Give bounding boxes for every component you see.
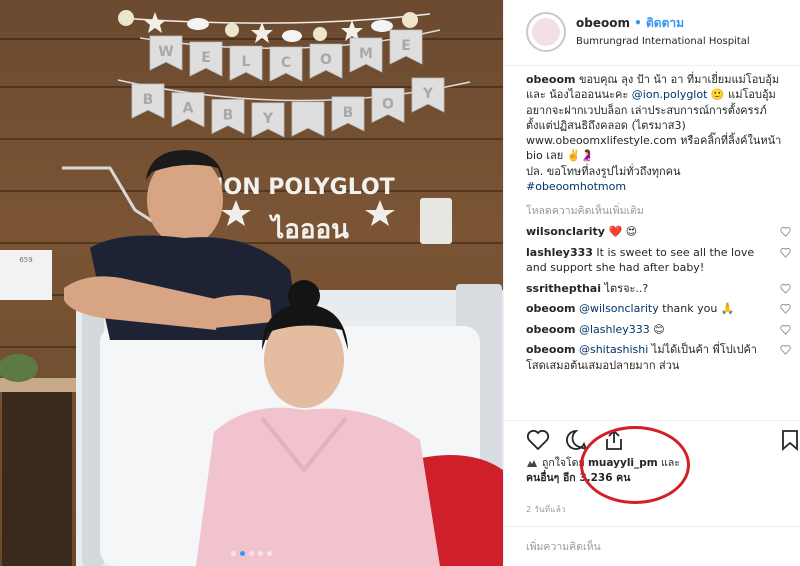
comment-like-heart-icon[interactable] bbox=[780, 226, 791, 238]
add-comment-bar bbox=[504, 526, 800, 566]
comment-item: ssrithepthai ไตรจะ..? bbox=[526, 281, 791, 297]
banner-letter: L bbox=[242, 54, 251, 70]
comment-item: obeoom @shitashishi ไม่ได้เป็นค้า พี่โปเ… bbox=[526, 342, 791, 373]
carousel-dot[interactable] bbox=[267, 551, 272, 556]
post-location[interactable]: Bumrungrad International Hospital bbox=[576, 36, 750, 47]
banner-letter: Y bbox=[422, 86, 434, 102]
post-username-row: obeoom • ติดตาม bbox=[576, 14, 684, 33]
photo-scene: W E L C O M E B A B Y B O Y ION POLYGLOT ไอออน 659 bbox=[0, 10, 503, 566]
svg-text:659: 659 bbox=[19, 256, 32, 264]
carousel-indicator bbox=[0, 551, 503, 556]
caption-mention[interactable]: @ion.polyglot bbox=[632, 88, 708, 101]
banner-letter: E bbox=[201, 50, 211, 66]
comment-item: obeoom @wilsonclarity thank you 🙏 bbox=[526, 301, 791, 317]
post-timestamp[interactable]: 2 วันที่แล้ว bbox=[526, 503, 566, 516]
follow-button[interactable]: ติดตาม bbox=[646, 16, 684, 30]
comment-username[interactable]: obeoom bbox=[526, 302, 575, 315]
share-icon[interactable] bbox=[602, 429, 626, 451]
banner-letter: C bbox=[281, 55, 291, 71]
action-bar bbox=[504, 420, 800, 460]
likes-others-prefix: คนอื่นๆ อีก bbox=[526, 472, 580, 484]
banner-letter: Y bbox=[262, 111, 274, 127]
likes-unit: คน bbox=[612, 472, 631, 484]
comment-username[interactable]: obeoom bbox=[526, 343, 575, 356]
heart-icon[interactable] bbox=[526, 429, 550, 451]
likes-summary: ถูกใจโดย muayyli_pm และ คนอื่นๆ อีก 3,23… bbox=[526, 456, 786, 486]
likes-others[interactable]: คนอื่นๆ อีก 3,236 คน bbox=[526, 472, 630, 484]
avatar-image bbox=[532, 18, 560, 46]
comment-username[interactable]: lashley333 bbox=[526, 246, 593, 259]
baby-boy-banner: B A B Y B O Y bbox=[131, 77, 445, 138]
comments-container: wilsonclarity ❤️ 😍 lashley333 It is sweet… bbox=[526, 224, 791, 373]
comment-item: obeoom @lashley333 😊 bbox=[526, 322, 791, 338]
banner-letter: B bbox=[223, 107, 234, 123]
comment-input[interactable] bbox=[526, 537, 776, 557]
liker-avatar-icon bbox=[527, 460, 537, 467]
carousel-dot[interactable] bbox=[249, 551, 254, 556]
bookmark-icon[interactable] bbox=[780, 429, 800, 451]
sign-name-line1: ION POLYGLOT bbox=[215, 175, 394, 200]
post-side-panel: obeoom • ติดตาม Bumrungrad International… bbox=[503, 0, 800, 566]
comment-mention[interactable]: @wilsonclarity bbox=[579, 302, 659, 315]
likes-prefix: ถูกใจโดย bbox=[542, 457, 588, 469]
load-more-comments[interactable]: โหลดความคิดเห็นเพิ่มเติม bbox=[526, 202, 791, 219]
likes-middle: และ bbox=[657, 457, 680, 469]
comment-username[interactable]: wilsonclarity bbox=[526, 225, 605, 238]
liker-username[interactable]: muayyli_pm bbox=[588, 457, 658, 469]
banner-flag bbox=[291, 101, 325, 137]
avatar[interactable] bbox=[526, 12, 566, 52]
comment-text: ❤️ 😍 bbox=[604, 225, 638, 239]
speech-bubble-icon[interactable] bbox=[564, 429, 588, 451]
caption-hashtag[interactable]: #obeoomhotmom bbox=[526, 180, 626, 193]
post-photo[interactable]: W E L C O M E B A B Y B O Y ION POLYGLOT ไอออน 659 bbox=[0, 0, 503, 566]
separator-dot: • bbox=[634, 16, 642, 30]
caption-text-3: ปล. ขอโทษที่ลงรูปไม่ทั่วถึงทุกคน bbox=[526, 164, 681, 178]
comment-like-heart-icon[interactable] bbox=[780, 303, 791, 315]
comment-text: 😊 bbox=[649, 322, 665, 336]
comment-like-heart-icon[interactable] bbox=[780, 247, 791, 258]
comment-like-heart-icon[interactable] bbox=[780, 283, 791, 294]
comment-username[interactable]: ssrithepthai bbox=[526, 282, 601, 295]
banner-letter: O bbox=[382, 96, 394, 112]
banner-letter: W bbox=[158, 44, 173, 60]
sign-name-line2: ไอออน bbox=[268, 213, 349, 245]
comment-username[interactable]: obeoom bbox=[526, 323, 575, 336]
comment-text: thank you 🙏 bbox=[658, 302, 735, 316]
comment-like-heart-icon[interactable] bbox=[780, 324, 791, 335]
banner-letter: E bbox=[401, 38, 411, 54]
comment-mention[interactable]: @shitashishi bbox=[579, 343, 648, 356]
banner-letter: B bbox=[343, 105, 354, 121]
post-username[interactable]: obeoom bbox=[576, 16, 630, 30]
carousel-dot[interactable] bbox=[231, 551, 236, 556]
banner-letter: M bbox=[359, 46, 373, 62]
post-header: obeoom • ติดตาม Bumrungrad International… bbox=[504, 0, 800, 66]
comment-list: obeoom ขอบคุณ ลุง ป้า น้า อา ที่มาเยี่ยม… bbox=[526, 72, 791, 373]
banner-letter: O bbox=[320, 52, 332, 68]
carousel-dot-active[interactable] bbox=[240, 551, 245, 556]
caption-username[interactable]: obeoom bbox=[526, 73, 575, 86]
comment-mention[interactable]: @lashley333 bbox=[579, 323, 650, 336]
comment-item: lashley333 It is sweet to see all the lo… bbox=[526, 245, 791, 276]
post-caption: obeoom ขอบคุณ ลุง ป้า น้า อา ที่มาเยี่ยม… bbox=[526, 72, 791, 194]
banner-letter: A bbox=[183, 101, 194, 117]
like-count: 3,236 bbox=[579, 472, 613, 484]
comment-item: wilsonclarity ❤️ 😍 bbox=[526, 224, 791, 240]
comment-text: ไตรจะ..? bbox=[601, 281, 649, 295]
banner-letter: B bbox=[143, 92, 154, 108]
comment-like-heart-icon[interactable] bbox=[780, 344, 791, 356]
carousel-dot[interactable] bbox=[258, 551, 263, 556]
